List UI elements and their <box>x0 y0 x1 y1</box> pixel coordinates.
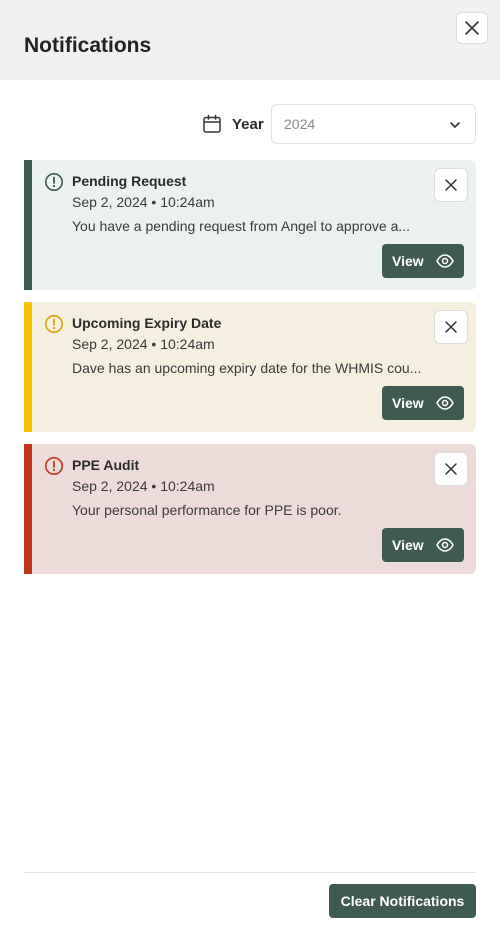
alert-circle-icon <box>45 315 63 333</box>
eye-icon <box>436 538 454 552</box>
notification-card: Upcoming Expiry Date Sep 2, 2024 • 10:24… <box>24 302 476 432</box>
year-select-value: 2024 <box>284 116 316 132</box>
clear-notifications-button[interactable]: Clear Notifications <box>329 884 476 918</box>
dismiss-button[interactable] <box>434 310 468 344</box>
view-button[interactable]: View <box>382 386 464 420</box>
notification-accent-bar <box>24 160 32 290</box>
notification-accent-bar <box>24 444 32 574</box>
close-icon <box>445 179 457 191</box>
year-filter: Year 2024 <box>0 104 500 144</box>
dismiss-button[interactable] <box>434 452 468 486</box>
close-icon <box>445 321 457 333</box>
view-button-label: View <box>392 395 424 411</box>
notification-message: Your personal performance for PPE is poo… <box>72 502 342 518</box>
footer-divider <box>24 872 476 873</box>
dismiss-button[interactable] <box>434 168 468 202</box>
notification-card: PPE Audit Sep 2, 2024 • 10:24am Your per… <box>24 444 476 574</box>
year-label: Year <box>232 116 264 133</box>
year-select[interactable]: 2024 <box>271 104 476 144</box>
view-button-label: View <box>392 253 424 269</box>
view-button[interactable]: View <box>382 528 464 562</box>
alert-circle-icon <box>45 457 63 475</box>
notification-message: You have a pending request from Angel to… <box>72 218 411 234</box>
notification-date: Sep 2, 2024 • 10:24am <box>72 336 215 352</box>
notification-date: Sep 2, 2024 • 10:24am <box>72 478 215 494</box>
notification-title: Upcoming Expiry Date <box>72 315 222 331</box>
close-button[interactable] <box>456 12 488 44</box>
notification-title: Pending Request <box>72 173 187 189</box>
chevron-down-icon <box>450 122 460 128</box>
view-button-label: View <box>392 537 424 553</box>
close-icon <box>445 463 457 475</box>
eye-icon <box>436 254 454 268</box>
notification-title: PPE Audit <box>72 457 140 473</box>
calendar-icon <box>203 114 221 133</box>
notification-accent-bar <box>24 302 32 432</box>
notification-date: Sep 2, 2024 • 10:24am <box>72 194 215 210</box>
alert-circle-icon <box>45 173 63 191</box>
close-icon <box>465 21 479 35</box>
page-title: Notifications <box>24 34 152 57</box>
notification-card: Pending Request Sep 2, 2024 • 10:24am Yo… <box>24 160 476 290</box>
notification-message: Dave has an upcoming expiry date for the… <box>72 360 422 376</box>
eye-icon <box>436 396 454 410</box>
view-button[interactable]: View <box>382 244 464 278</box>
notifications-header: Notifications <box>0 0 500 80</box>
